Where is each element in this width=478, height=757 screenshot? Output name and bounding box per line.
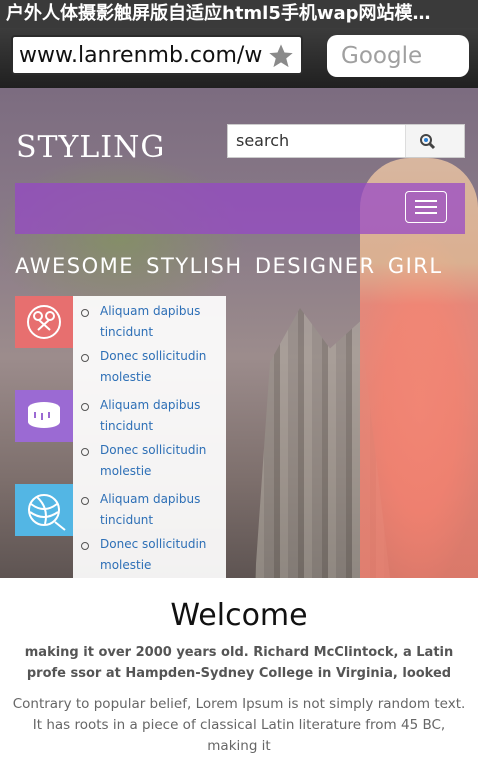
url-bar[interactable]: www.lanrenmb.com/w bbox=[11, 35, 303, 75]
bullet-circle-icon bbox=[81, 354, 89, 362]
site-logo[interactable]: STYLING bbox=[16, 130, 165, 165]
bullet-circle-icon bbox=[81, 497, 89, 505]
site-search-button[interactable] bbox=[405, 125, 464, 157]
welcome-heading: Welcome bbox=[170, 598, 308, 633]
category-link[interactable]: Aliquam dapibus tincidunt bbox=[100, 395, 222, 437]
main-navbar bbox=[15, 183, 465, 234]
bullet-circle-icon bbox=[81, 448, 89, 456]
yarn-ball-icon[interactable] bbox=[15, 484, 73, 536]
category-link[interactable]: Aliquam dapibus tincidunt bbox=[100, 489, 222, 531]
welcome-section: Welcome making it over 2000 years old. R… bbox=[0, 578, 478, 754]
category-link[interactable]: Aliquam dapibus tincidunt bbox=[100, 301, 222, 343]
welcome-paragraph: Contrary to popular belief, Lorem Ipsum … bbox=[12, 696, 466, 754]
bullet-circle-icon bbox=[81, 542, 89, 550]
browser-title-bar: 户外人体摄影触屏版自适应html5手机wap网站模… bbox=[0, 0, 478, 28]
page-title: 户外人体摄影触屏版自适应html5手机wap网站模… bbox=[6, 3, 431, 24]
hamburger-icon-bar bbox=[415, 206, 437, 208]
magnifier-icon bbox=[420, 134, 436, 150]
google-search-placeholder: Google bbox=[341, 43, 423, 69]
welcome-subtitle: making it over 2000 years old. Richard M… bbox=[24, 645, 454, 681]
category-links-panel: Aliquam dapibus tincidunt Donec sollicit… bbox=[73, 296, 226, 578]
hamburger-icon-bar bbox=[415, 200, 437, 202]
scissors-icon[interactable] bbox=[15, 296, 73, 348]
site-search-input[interactable]: search bbox=[236, 125, 406, 157]
measuring-tape-icon[interactable] bbox=[15, 390, 73, 442]
google-search-field[interactable]: Google bbox=[327, 35, 469, 77]
hero-headline: AWESOME STYLISH DESIGNER GIRL bbox=[15, 254, 443, 278]
url-text[interactable]: www.lanrenmb.com/w bbox=[19, 37, 267, 73]
hamburger-icon-bar bbox=[415, 212, 437, 214]
bookmark-star-icon[interactable] bbox=[267, 42, 295, 70]
bullet-circle-icon bbox=[81, 403, 89, 411]
menu-toggle-button[interactable] bbox=[405, 191, 447, 223]
site-search: search bbox=[227, 124, 465, 158]
category-link[interactable]: Donec sollicitudin molestie bbox=[100, 534, 222, 576]
category-link[interactable]: Donec sollicitudin molestie bbox=[100, 440, 222, 482]
category-link[interactable]: Donec sollicitudin molestie bbox=[100, 346, 222, 388]
bullet-circle-icon bbox=[81, 309, 89, 317]
hero-banner: STYLING search AWESOME STYLISH DESIGNER … bbox=[0, 88, 478, 578]
browser-toolbar: www.lanrenmb.com/w Google bbox=[0, 28, 478, 88]
